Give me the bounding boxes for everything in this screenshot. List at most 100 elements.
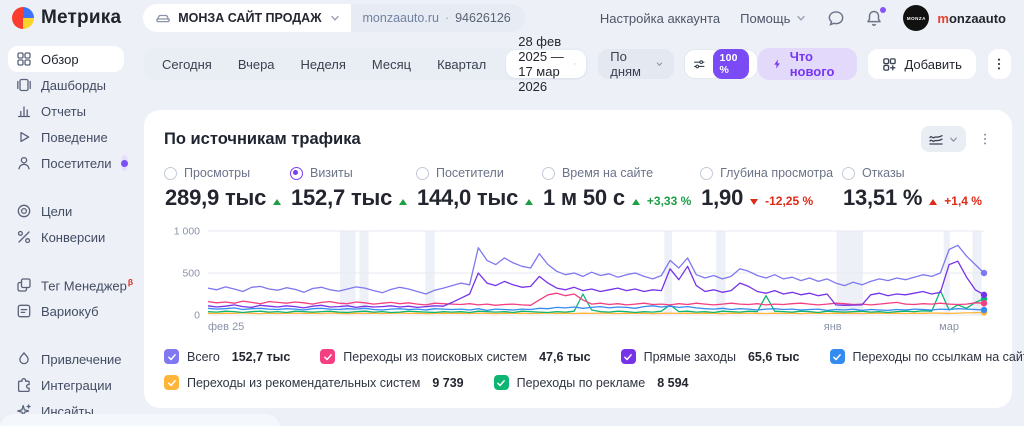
sidebar-item-reports[interactable]: Отчеты	[8, 98, 124, 124]
car-icon	[155, 10, 171, 26]
period-button[interactable]: Квартал	[425, 50, 498, 78]
sampling-badge: 100 %	[713, 49, 750, 79]
conversions-icon	[16, 229, 32, 245]
chevron-down-icon	[795, 12, 807, 24]
chart-type-dropdown[interactable]	[921, 126, 966, 152]
add-button[interactable]: Добавить	[867, 48, 976, 80]
legend-checkbox[interactable]	[164, 375, 179, 390]
metric-item[interactable]: Отказы13,51 %+1,4 %	[842, 166, 982, 211]
period-button[interactable]: Сегодня	[150, 50, 224, 78]
metric-radio[interactable]	[416, 167, 429, 180]
legend-item[interactable]: Переходы по ссылкам на сайтах12,4 тыс	[830, 349, 1024, 364]
whats-new-button[interactable]: Что нового	[758, 48, 857, 80]
sidebar-item-visitors[interactable]: Посетители	[8, 150, 124, 176]
sidebar-group: Тег Менеджерβ Вариокуб	[8, 272, 124, 324]
legend-checkbox[interactable]	[494, 375, 509, 390]
legend-checkbox[interactable]	[621, 349, 636, 364]
sidebar-item-conversions[interactable]: Конверсии	[8, 224, 124, 250]
metrica-logo-icon	[12, 7, 34, 29]
chevron-down-icon	[655, 58, 664, 70]
check-icon	[832, 352, 842, 362]
legend-checkbox[interactable]	[164, 349, 179, 364]
legend-label: Переходы из рекомендательных систем	[187, 376, 420, 390]
metrica-logo[interactable]: Метрика	[12, 7, 121, 29]
period-button[interactable]: Неделя	[289, 50, 358, 78]
metric-radio[interactable]	[542, 167, 555, 180]
user-menu[interactable]: MONZA monzaauto	[903, 5, 1006, 31]
user-name: monzaauto	[937, 11, 1006, 26]
metric-item[interactable]: Глубина просмотра 1,90 -12,25 %	[700, 166, 833, 211]
legend-item[interactable]: Прямые заходы65,6 тыс	[621, 349, 800, 364]
chevron-down-icon	[948, 134, 959, 145]
sidebar-item-overview[interactable]: Обзор	[8, 46, 124, 72]
period-button[interactable]: Вчера	[226, 50, 287, 78]
metric-radio[interactable]	[842, 167, 855, 180]
sidebar-item-integrations[interactable]: Интеграции	[8, 372, 124, 398]
legend-checkbox[interactable]	[320, 349, 335, 364]
period-button[interactable]: Месяц	[360, 50, 423, 78]
legend-item[interactable]: Всего152,7 тыс	[164, 349, 290, 364]
metric-radio[interactable]	[164, 167, 177, 180]
metric-delta: -12,25 %	[765, 194, 813, 208]
metric-label: Отказы	[862, 166, 905, 180]
trend-up-icon	[525, 199, 533, 205]
sidebar-item-tagmanager[interactable]: Тег Менеджерβ	[8, 272, 124, 298]
svg-text:1 000: 1 000	[174, 226, 200, 238]
legend-label: Прямые заходы	[644, 350, 736, 364]
traffic-sources-card: По источникам трафика Просмотры289,9 тыс…	[144, 110, 1012, 408]
card-more-button[interactable]	[978, 132, 992, 146]
notifications-button[interactable]	[865, 9, 883, 27]
metric-radio[interactable]	[700, 167, 713, 180]
goals-icon	[16, 203, 32, 219]
metric-item[interactable]: Время на сайте1 м 50 с+3,33 %	[542, 166, 691, 211]
sidebar-item-label: Привлечение	[41, 352, 122, 367]
feedback-button[interactable]	[827, 9, 845, 27]
metric-label: Глубина просмотра	[720, 166, 833, 180]
sidebar-item-attraction[interactable]: Привлечение	[8, 346, 124, 372]
metric-selected[interactable]: Визиты152,7 тыс	[290, 166, 407, 211]
sidebar-item-dashboards[interactable]: Дашборды	[8, 72, 124, 98]
counter-dropdown[interactable]: МОНЗА САЙТ ПРОДАЖ	[143, 4, 350, 32]
chart[interactable]: 05001 000фев 25янвмар	[164, 223, 992, 339]
legend-item[interactable]: Переходы из поисковых систем47,6 тыс	[320, 349, 590, 364]
period-group: СегодняВчераНеделяМесяцКвартал 28 фев 20…	[144, 48, 588, 80]
check-icon	[323, 352, 333, 362]
account-settings-link[interactable]: Настройка аккаунта	[600, 11, 720, 26]
sidebar-item-label: Вариокуб	[41, 304, 99, 319]
toolbar-more-button[interactable]	[987, 48, 1012, 80]
legend-label: Переходы по ссылкам на сайтах	[853, 350, 1024, 364]
svg-text:фев 25: фев 25	[208, 321, 244, 333]
add-label: Добавить	[904, 57, 961, 72]
counter-meta[interactable]: monzaauto.ru · 94626126	[351, 4, 525, 32]
metrics-row: Просмотры289,9 тысВизиты152,7 тысПосетит…	[164, 166, 992, 211]
sampling-settings-button[interactable]: 100 %	[684, 49, 758, 79]
whats-new-label: Что нового	[790, 49, 844, 79]
legend-checkbox[interactable]	[830, 349, 845, 364]
sidebar-item-label: Отчеты	[41, 104, 86, 119]
legend-item[interactable]: Переходы по рекламе8 594	[494, 375, 689, 390]
sidebar-item-variocube[interactable]: Вариокуб	[8, 298, 124, 324]
metric-item[interactable]: Посетители144,0 тыс	[416, 166, 533, 211]
legend-item[interactable]: Переходы из рекомендательных систем9 739	[164, 375, 464, 390]
counter-separator: ·	[445, 11, 449, 25]
dashboards-icon	[16, 77, 32, 93]
legend-value: 8 594	[657, 376, 688, 390]
sidebar-item-goals[interactable]: Цели	[8, 198, 124, 224]
sidebar-item-label: Обзор	[41, 52, 79, 67]
sidebar-group: ЦелиКонверсии	[8, 198, 124, 250]
metric-value: 1,90	[701, 185, 743, 211]
chat-icon	[827, 9, 845, 27]
metric-radio[interactable]	[290, 167, 303, 180]
avatar: MONZA	[903, 5, 929, 31]
counter-name: МОНЗА САЙТ ПРОДАЖ	[178, 11, 321, 25]
metric-delta: +1,4 %	[944, 194, 982, 208]
lightning-icon	[772, 57, 783, 71]
granularity-dropdown[interactable]: По дням	[598, 49, 674, 79]
help-dropdown[interactable]: Помощь	[740, 11, 807, 26]
sidebar-item-behavior[interactable]: Поведение	[8, 124, 124, 150]
sidebar-item-label: Интеграции	[41, 378, 112, 393]
counter-domain: monzaauto.ru	[363, 11, 439, 25]
date-range-picker[interactable]: 28 фев 2025 — 17 мар 2026	[506, 50, 586, 78]
metric-item[interactable]: Просмотры289,9 тыс	[164, 166, 281, 211]
date-range-value: 28 фев 2025 — 17 мар 2026	[518, 34, 566, 94]
